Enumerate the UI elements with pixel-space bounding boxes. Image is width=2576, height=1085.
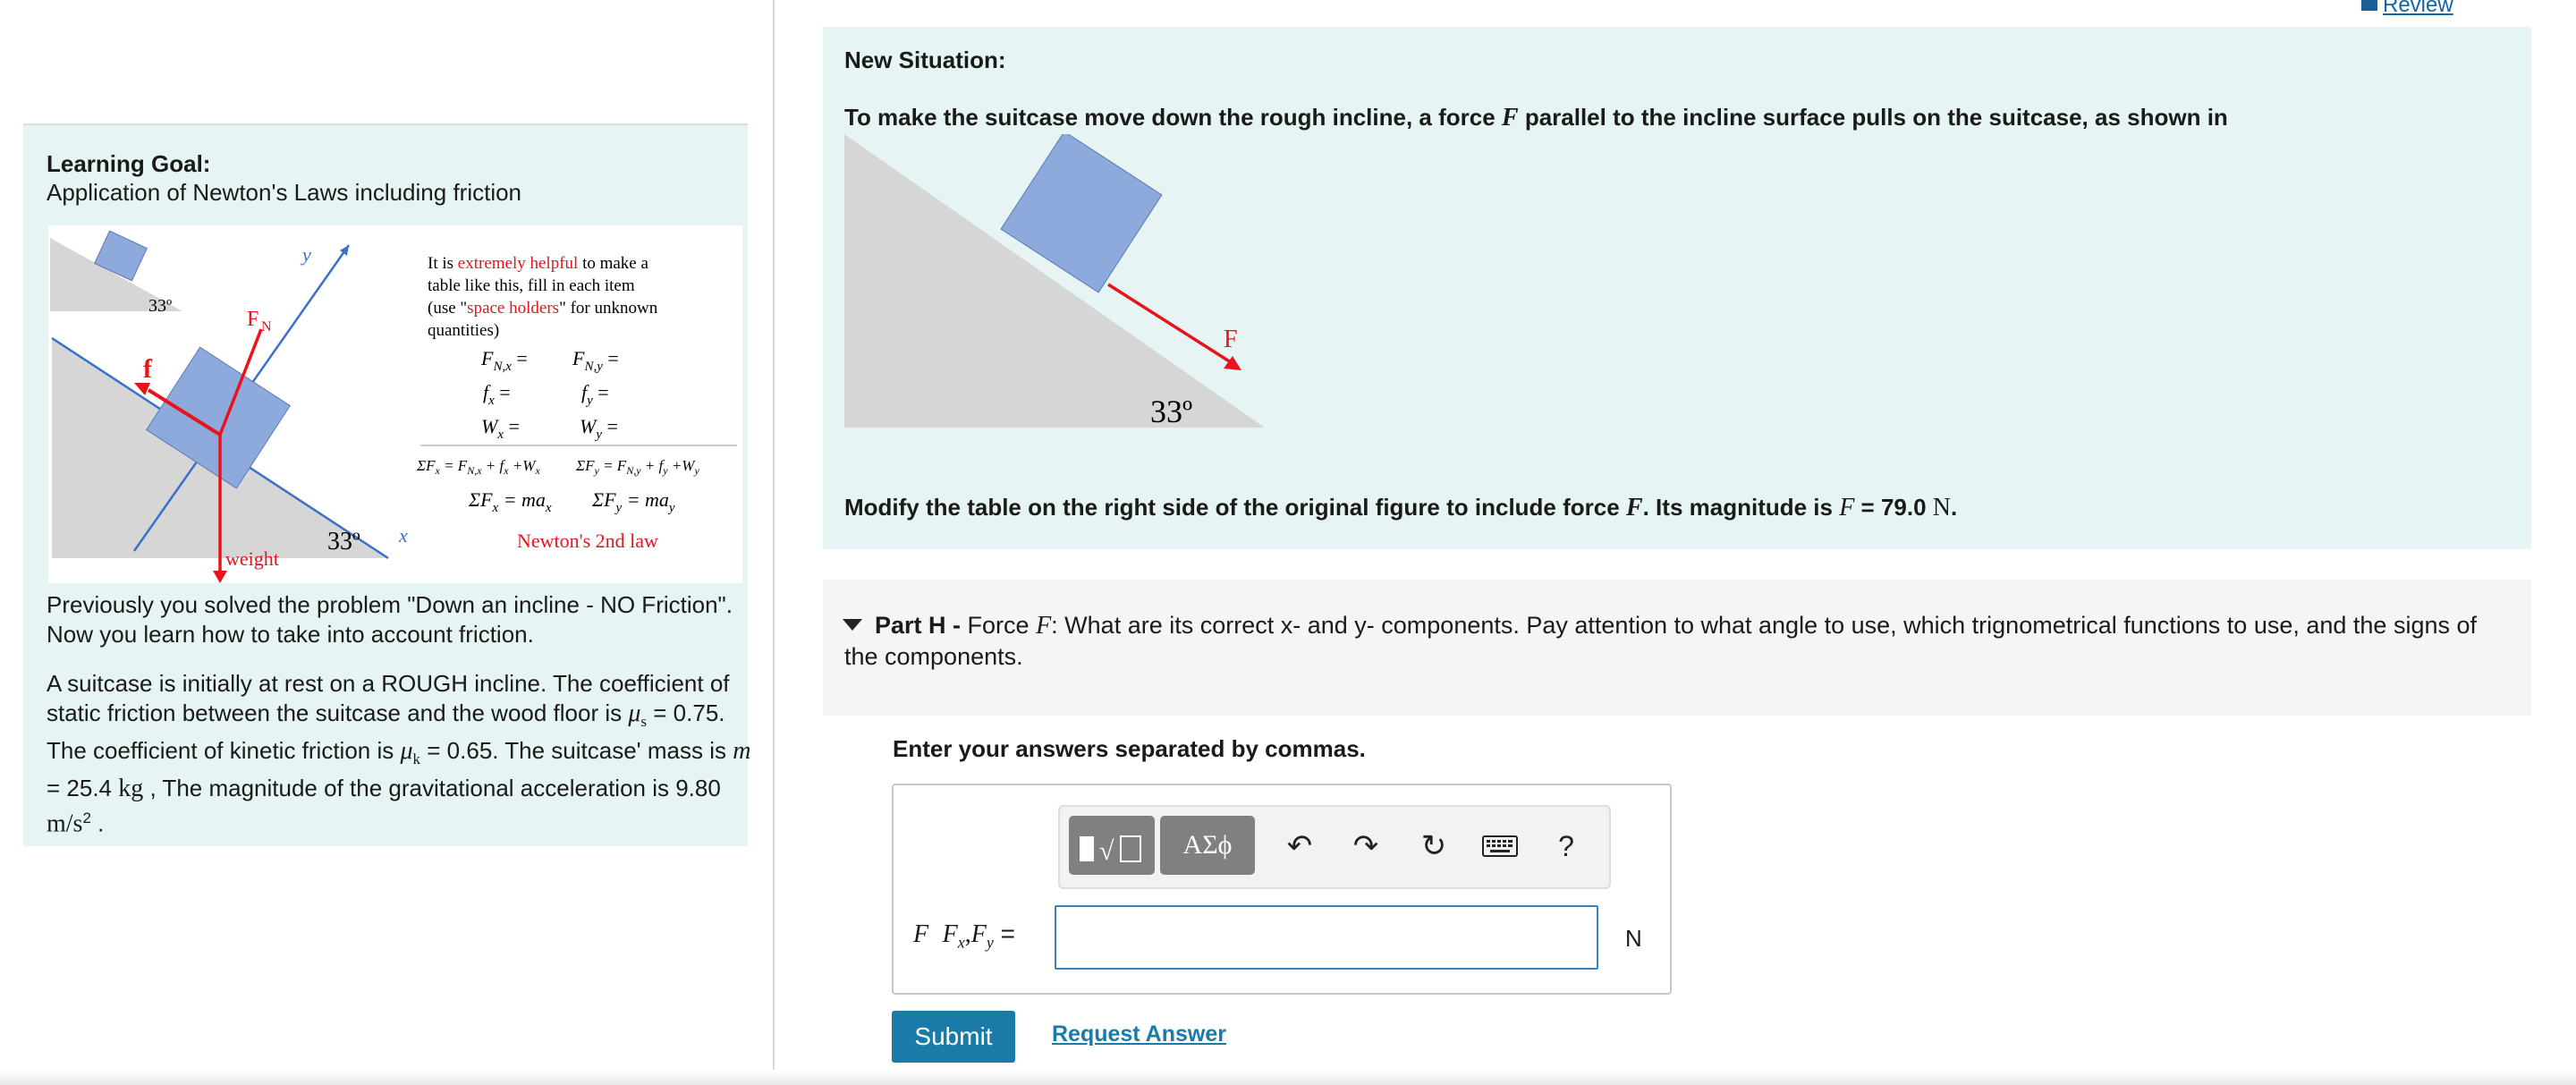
learning-goal-title: Learning Goal: bbox=[47, 150, 211, 177]
keyboard-icon[interactable] bbox=[1475, 819, 1525, 873]
friction-label: f bbox=[143, 354, 153, 384]
fny-symbol: F bbox=[572, 347, 585, 369]
wx-symbol: W bbox=[481, 415, 499, 437]
newton-2nd-law-label: Newton's 2nd law bbox=[517, 530, 658, 552]
part-h-label: Part H - bbox=[875, 612, 968, 639]
weight-label: weight bbox=[225, 547, 279, 570]
svg-text:FN,y =: FN,y = bbox=[572, 347, 619, 374]
normal-force-sub: N bbox=[261, 319, 272, 335]
review-link[interactable]: Review bbox=[2383, 0, 2453, 18]
svg-text:FN,x =: FN,x = bbox=[480, 347, 528, 374]
request-answer-link[interactable]: Request Answer bbox=[1052, 1021, 1226, 1047]
component-table: FN,x = FN,y = fx = fy = Wx = Wy = bbox=[480, 347, 619, 442]
newton-y: ΣFy = may bbox=[591, 488, 675, 515]
normal-force-label: F bbox=[247, 308, 258, 331]
new-situation-text: To make the suitcase move down the rough… bbox=[844, 104, 2228, 131]
templates-icon: √ bbox=[1080, 835, 1141, 865]
note-line-1: It is extremely helpful to make a bbox=[428, 254, 648, 273]
greek-symbols-button[interactable]: ΑΣϕ bbox=[1160, 816, 1255, 875]
svg-text:√: √ bbox=[1099, 836, 1114, 865]
answer-input[interactable] bbox=[1055, 905, 1598, 970]
answer-instructions: Enter your answers separated by commas. bbox=[893, 735, 1366, 762]
new-situation-diagram: F 33º bbox=[844, 134, 1265, 429]
redo-icon[interactable]: ↷ bbox=[1341, 819, 1391, 873]
incline-angle-label: 33º bbox=[1150, 394, 1192, 429]
undo-icon[interactable]: ↶ bbox=[1275, 819, 1325, 873]
fnx-sub: N,x bbox=[492, 360, 512, 374]
math-toolbar: √ ΑΣϕ ↶ ↷ ↻ ? bbox=[1058, 805, 1611, 889]
newton-x: ΣFx = max bbox=[468, 488, 552, 515]
new-situation-panel: New Situation: To make the suitcase move… bbox=[823, 27, 2531, 549]
note-line-3: (use "space holders" for unknown bbox=[428, 299, 658, 318]
answer-box: √ ΑΣϕ ↶ ↷ ↻ ? F Fx,Fy = N bbox=[892, 784, 1672, 995]
new-situation-title: New Situation: bbox=[844, 47, 1006, 73]
sum-y-equation: ΣFy = FN,y + fy +Wy bbox=[575, 457, 699, 477]
submit-button[interactable]: Submit bbox=[892, 1011, 1015, 1063]
sum-x-equation: ΣFx = FN,x + fx +Wx bbox=[416, 457, 540, 477]
problem-statement: A suitcase is initially at rest on a ROU… bbox=[47, 670, 751, 839]
part-h-panel: Part H - Force F: What are its correct x… bbox=[823, 580, 2531, 716]
x-axis-label: x bbox=[398, 524, 408, 547]
help-button[interactable]: ? bbox=[1541, 819, 1591, 873]
note-line-2: table like this, fill in each item bbox=[428, 276, 635, 295]
svg-text:fx =: fx = bbox=[483, 381, 511, 408]
applied-force-label: F bbox=[1224, 326, 1238, 353]
book-icon bbox=[2361, 0, 2377, 11]
note-line-4: quantities) bbox=[428, 321, 499, 340]
small-angle-label: 33º bbox=[148, 296, 172, 316]
svg-text:Wy =: Wy = bbox=[580, 415, 618, 442]
reset-icon[interactable]: ↻ bbox=[1409, 819, 1459, 873]
pane-divider[interactable] bbox=[773, 0, 775, 1085]
wy-symbol: W bbox=[580, 415, 597, 437]
fnx-symbol: F bbox=[480, 347, 494, 369]
unit-label: N bbox=[1625, 925, 1642, 952]
modify-instruction: Modify the table on the right side of th… bbox=[844, 494, 1958, 521]
main-angle-label: 33º bbox=[327, 528, 360, 555]
learning-goal-panel: Learning Goal: Application of Newton's L… bbox=[23, 123, 750, 846]
weight-arrowhead bbox=[213, 571, 227, 583]
part-h-question: Part H - Force F: What are its correct x… bbox=[844, 612, 2477, 670]
svg-text:Wx =: Wx = bbox=[481, 415, 520, 442]
learning-goal-subtitle: Application of Newton's Laws including f… bbox=[47, 179, 522, 206]
y-axis-label: y bbox=[301, 243, 311, 266]
friction-figure: 33º y x F N f weight 33º It is extremely… bbox=[48, 225, 742, 583]
previous-problem-text: Previously you solved the problem "Down … bbox=[47, 591, 733, 648]
svg-text:fy =: fy = bbox=[581, 381, 609, 408]
answer-label: F Fx,Fy = bbox=[913, 920, 1016, 952]
templates-button[interactable]: √ bbox=[1069, 816, 1155, 875]
fny-sub: N,y bbox=[583, 360, 603, 374]
bottom-shadow bbox=[0, 1070, 2576, 1085]
incline-diagram: 33º y x F N f weight 33º It is extremely… bbox=[50, 230, 737, 583]
